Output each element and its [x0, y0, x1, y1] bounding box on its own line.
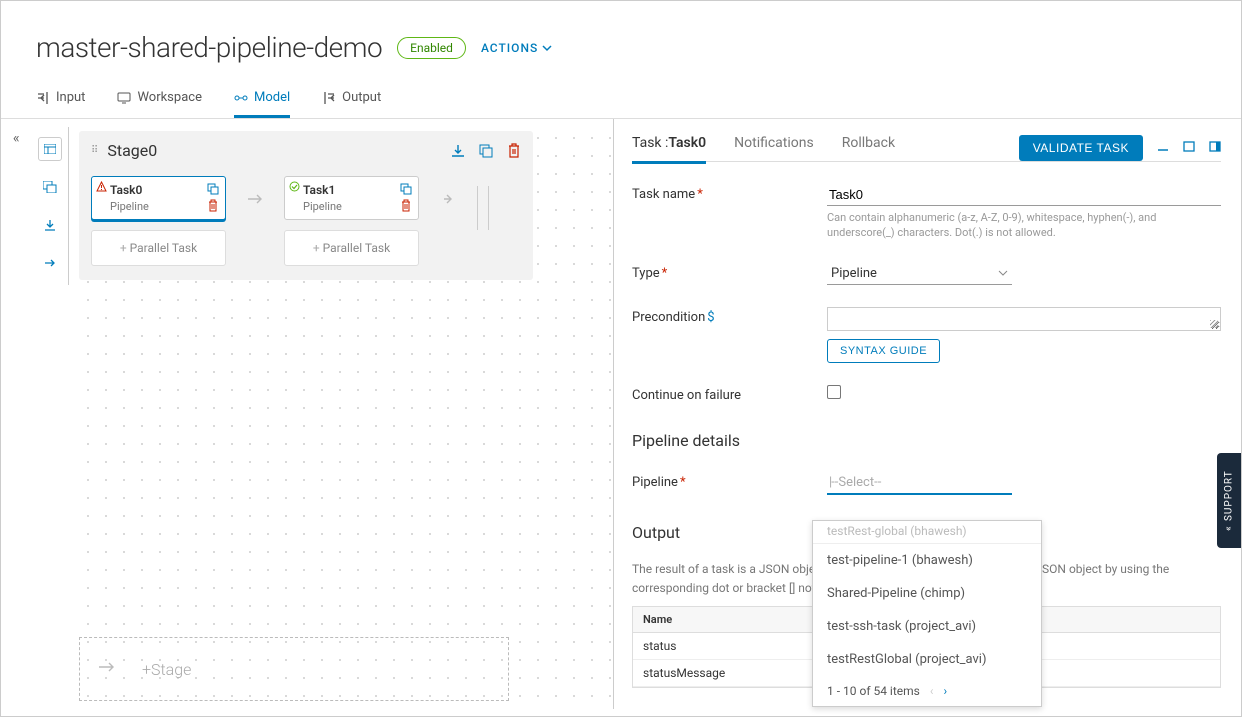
- add-parallel-task-1[interactable]: + Parallel Task: [284, 230, 419, 266]
- toolbar-layout-button[interactable]: [38, 137, 62, 161]
- expand-column: »: [1, 119, 31, 709]
- toolbar-arrow-button[interactable]: [38, 251, 62, 275]
- drag-handle-icon[interactable]: ⠿: [91, 145, 99, 156]
- support-label: SUPPORT: [1224, 470, 1235, 521]
- panel-tab-rollback[interactable]: Rollback: [842, 131, 895, 164]
- input-icon: [36, 91, 50, 105]
- panel-tab-task-name: Task0: [668, 135, 706, 151]
- validate-task-button[interactable]: VALIDATE TASK: [1019, 135, 1143, 161]
- pipeline-dropdown: testRest-global (bhawesh) test-pipeline-…: [812, 520, 1042, 707]
- task-card-task0[interactable]: Task0 Pipeline: [91, 176, 226, 220]
- chevron-down-icon: [998, 268, 1008, 278]
- task1-delete-icon[interactable]: [400, 199, 412, 212]
- dropdown-item[interactable]: test-ssh-task (project_avi): [813, 610, 1041, 643]
- add-stage-label: +Stage: [142, 660, 191, 679]
- status-badge: Enabled: [397, 37, 466, 59]
- task-name-label: Task name*: [632, 184, 827, 241]
- pipeline-details-title: Pipeline details: [632, 431, 1221, 450]
- stage-title[interactable]: ⠿ Stage0: [91, 141, 157, 160]
- tab-output[interactable]: Output: [322, 82, 381, 118]
- output-icon: [322, 91, 336, 105]
- tab-input-label: Input: [56, 90, 85, 105]
- stage-box: ⠿ Stage0 Task0: [79, 131, 533, 280]
- type-select[interactable]: Pipeline: [827, 263, 1012, 285]
- pager-text: 1 - 10 of 54 items: [827, 684, 920, 698]
- continue-on-failure-label: Continue on failure: [632, 385, 827, 403]
- tab-input[interactable]: Input: [36, 82, 85, 118]
- stage-delete-icon[interactable]: [507, 143, 521, 158]
- support-chevron-icon: «: [1224, 525, 1235, 531]
- dock-icon[interactable]: [1209, 140, 1221, 156]
- expand-chevron-icon[interactable]: »: [13, 131, 20, 147]
- task0-copy-icon[interactable]: [207, 183, 219, 195]
- task0-type: Pipeline: [110, 200, 217, 213]
- pipeline-select[interactable]: |--Select--: [827, 472, 1012, 495]
- tab-model-label: Model: [254, 90, 290, 105]
- task0-delete-icon[interactable]: [207, 199, 219, 212]
- workspace-icon: [117, 91, 131, 105]
- tab-output-label: Output: [342, 90, 381, 105]
- pager-next-icon[interactable]: ›: [943, 684, 947, 698]
- panel-tab-task[interactable]: Task :Task0: [632, 131, 706, 164]
- add-parallel-task-0[interactable]: + Parallel Task: [91, 230, 226, 266]
- dropdown-item[interactable]: Shared-Pipeline (chimp): [813, 577, 1041, 610]
- toolbar-download-button[interactable]: [38, 213, 62, 237]
- tab-workspace[interactable]: Workspace: [117, 82, 202, 118]
- maximize-icon[interactable]: [1183, 140, 1195, 156]
- toolbar-forms-button[interactable]: [38, 175, 62, 199]
- main-tabs: Input Workspace Model Output: [1, 82, 1241, 119]
- warning-icon: [96, 181, 107, 196]
- syntax-guide-button[interactable]: SYNTAX GUIDE: [827, 339, 940, 363]
- actions-label: ACTIONS: [481, 41, 538, 55]
- sequence-arrow-icon: [246, 192, 264, 206]
- dropdown-item[interactable]: testRestGlobal (project_avi): [813, 643, 1041, 676]
- task0-name: Task0: [110, 183, 142, 197]
- minimize-icon[interactable]: [1157, 140, 1169, 156]
- precondition-label: Precondition$: [632, 307, 827, 363]
- add-stage-box[interactable]: +Stage: [79, 637, 509, 701]
- dropdown-pager: 1 - 10 of 54 items ‹ ›: [813, 676, 1041, 706]
- support-tab[interactable]: « SUPPORT: [1217, 453, 1241, 548]
- panel-tab-notifications[interactable]: Notifications: [734, 131, 814, 164]
- task-name-help: Can contain alphanumeric (a-z, A-Z, 0-9)…: [827, 210, 1207, 241]
- task1-name: Task1: [303, 183, 335, 197]
- task-name-input[interactable]: [827, 184, 1221, 206]
- dropdown-item-faded[interactable]: testRest-global (bhawesh): [813, 521, 1041, 544]
- precondition-input[interactable]: [827, 307, 1221, 331]
- pipeline-label: Pipeline*: [632, 472, 827, 495]
- canvas-toolbar: [31, 127, 69, 285]
- panel-tab-task-prefix: Task :: [632, 135, 668, 151]
- continue-on-failure-checkbox[interactable]: [827, 385, 841, 399]
- task-card-task1[interactable]: Task1 Pipeline: [284, 176, 419, 220]
- stage-name: Stage0: [107, 141, 157, 160]
- success-icon: [289, 181, 300, 196]
- actions-menu[interactable]: ACTIONS: [481, 41, 552, 55]
- tab-workspace-label: Workspace: [137, 90, 202, 105]
- sequence-end-handle[interactable]: [477, 186, 489, 230]
- sequence-arrow-2-icon: [439, 192, 457, 206]
- chevron-down-icon: [542, 43, 552, 53]
- pipeline-canvas: ⠿ Stage0 Task0: [69, 119, 613, 709]
- type-value: Pipeline: [831, 266, 877, 281]
- stage-download-icon[interactable]: [451, 144, 465, 158]
- page-title: master-shared-pipeline-demo: [36, 31, 382, 64]
- pager-prev-icon[interactable]: ‹: [930, 684, 934, 698]
- stage-copy-icon[interactable]: [479, 144, 493, 158]
- add-stage-arrow-icon: [98, 660, 116, 678]
- model-icon: [234, 91, 248, 105]
- tab-model[interactable]: Model: [234, 82, 290, 118]
- page-header: master-shared-pipeline-demo Enabled ACTI…: [1, 1, 1241, 82]
- dropdown-item[interactable]: test-pipeline-1 (bhawesh): [813, 544, 1041, 577]
- task1-copy-icon[interactable]: [400, 183, 412, 195]
- task1-type: Pipeline: [303, 200, 410, 213]
- type-label: Type*: [632, 263, 827, 285]
